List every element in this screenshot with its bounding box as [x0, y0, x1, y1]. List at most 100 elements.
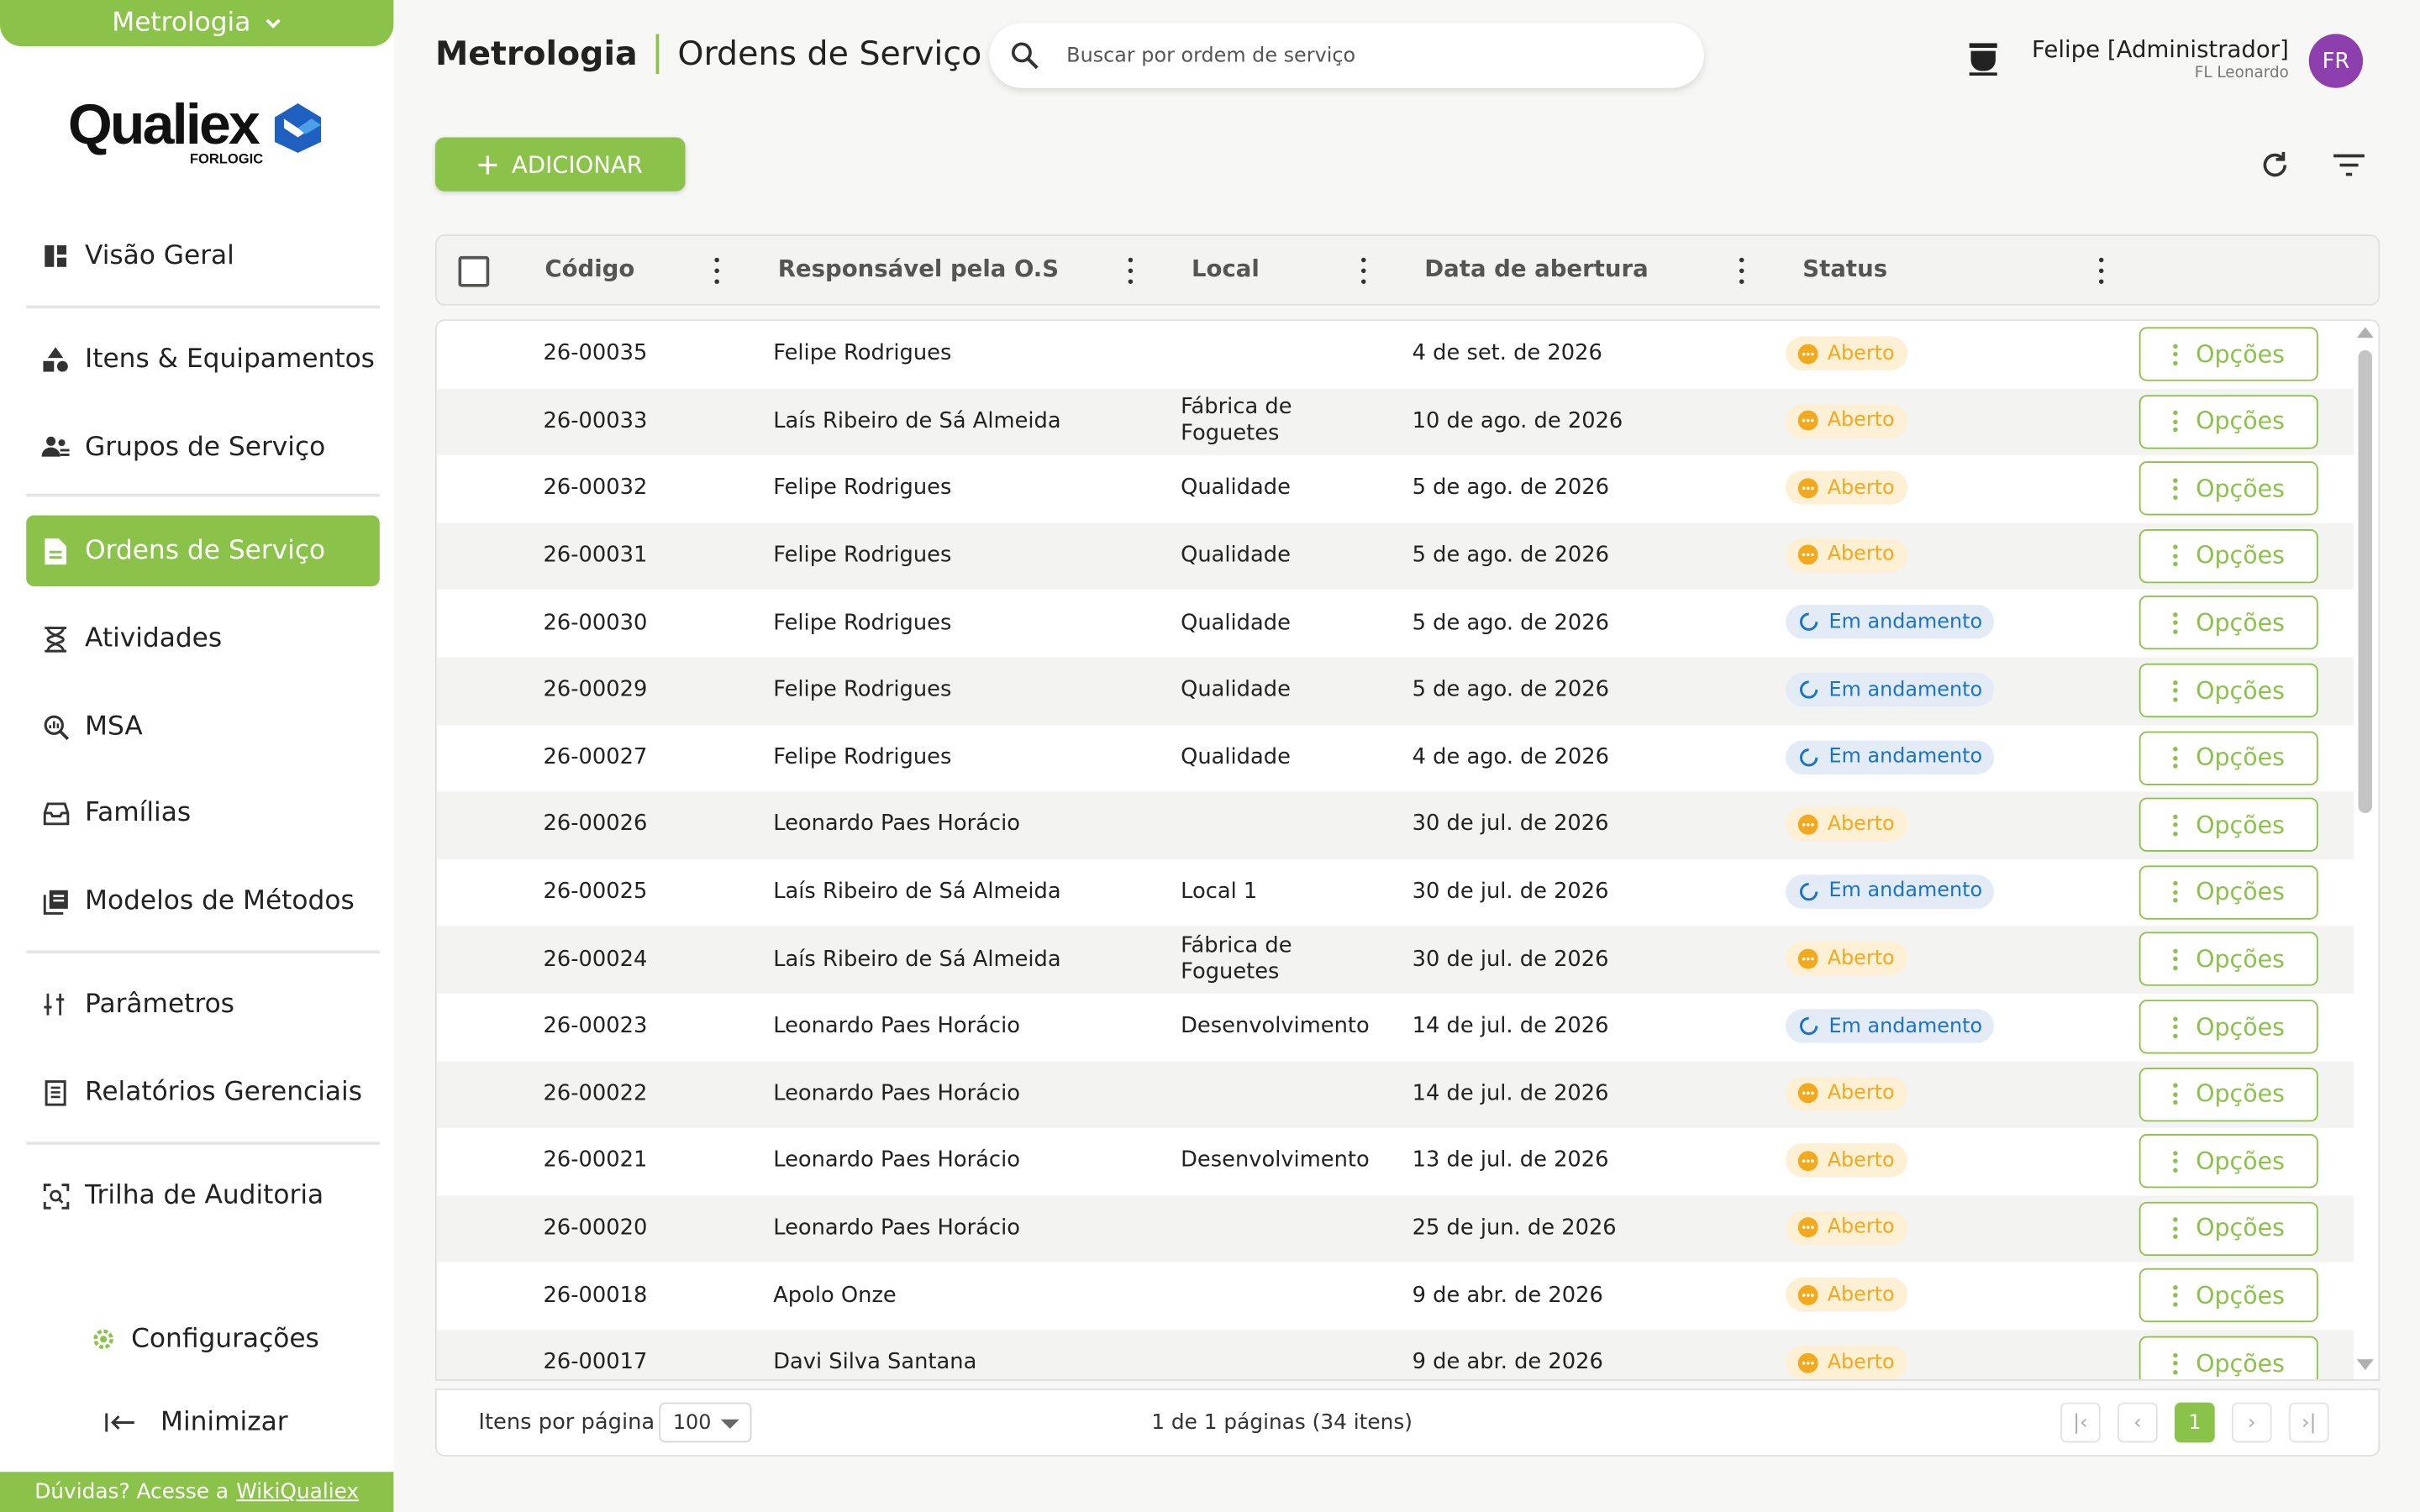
table-row[interactable]: 26-00030 Felipe Rodrigues Qualidade 5 de ag…: [437, 590, 2354, 657]
select-all-checkbox[interactable]: [458, 255, 490, 287]
pending-icon: [1797, 1150, 1818, 1171]
cell-responsible: Felipe Rodrigues: [773, 610, 952, 636]
options-label: Opções: [2196, 811, 2285, 839]
cell-code: 26-00027: [543, 744, 648, 770]
cell-responsible: Felipe Rodrigues: [773, 543, 952, 569]
options-button[interactable]: Opções: [2139, 865, 2318, 920]
logo-word: Qualiex: [67, 92, 260, 156]
status-label: Em andamento: [1828, 611, 1983, 634]
sidebar-item-visao-geral[interactable]: Visão Geral: [26, 221, 380, 291]
table-row[interactable]: 26-00029 Felipe Rodrigues Qualidade 5 de ag…: [436, 657, 2354, 725]
column-menu-icon[interactable]: [2097, 257, 2103, 284]
sidebar-item-modelos-de-metodos[interactable]: Modelos de Métodos: [26, 865, 380, 936]
avatar[interactable]: FR: [2308, 34, 2364, 88]
column-menu-icon[interactable]: [1127, 257, 1133, 284]
options-button[interactable]: Opções: [2139, 1134, 2318, 1189]
user-name[interactable]: Felipe [Administrador]: [1960, 35, 2289, 63]
nav-divider: [26, 1142, 380, 1145]
add-button[interactable]: ADICIONAR: [434, 137, 686, 192]
more-vertical-icon: [2172, 814, 2178, 836]
cell-code: 26-00035: [543, 341, 648, 366]
settings-link[interactable]: Configurações: [90, 1324, 319, 1355]
sidebar-item-familias[interactable]: Famílias: [26, 778, 380, 848]
scrollbar[interactable]: [2352, 319, 2378, 1381]
options-button[interactable]: Opções: [2139, 663, 2318, 718]
minimize-button[interactable]: Minimizar: [105, 1407, 288, 1438]
status-label: Aberto: [1827, 947, 1895, 971]
sidebar-item-parametros[interactable]: Parâmetros: [26, 969, 380, 1039]
options-button[interactable]: Opções: [2139, 1201, 2318, 1256]
add-button-label: ADICIONAR: [512, 150, 643, 179]
cell-location: Qualidade: [1181, 677, 1291, 703]
table-row[interactable]: 26-00035 Felipe Rodrigues 4 de set. de 202…: [437, 321, 2354, 388]
options-button[interactable]: Opções: [2139, 1000, 2318, 1054]
sidebar-item-ordens-de-servico[interactable]: Ordens de Serviço: [26, 515, 380, 586]
sidebar-item-relatorios-gerenciais[interactable]: Relatórios Gerenciais: [26, 1057, 380, 1127]
table-row[interactable]: 26-00032 Felipe Rodrigues Qualidade 5 de ag…: [437, 455, 2354, 522]
table-row[interactable]: 26-00026 Leonardo Paes Horácio 30 de jul. …: [436, 791, 2354, 859]
scroll-up-icon[interactable]: [2356, 326, 2374, 339]
sidebar-item-atividades[interactable]: Atividades: [26, 603, 380, 674]
refresh-icon[interactable]: [2258, 148, 2291, 181]
cell-opened-date: 9 de abr. de 2026: [1412, 1350, 1603, 1376]
help-banner: Dúvidas? Acesse a WikiQualiex: [0, 1472, 394, 1512]
options-button[interactable]: Opções: [2139, 394, 2318, 449]
column-header-responsible[interactable]: Responsável pela O.S: [778, 255, 1059, 282]
chevron-down-icon: [266, 18, 281, 28]
cell-opened-date: 14 de jul. de 2026: [1412, 1081, 1609, 1106]
wiki-link[interactable]: WikiQualiex: [236, 1479, 359, 1504]
column-menu-icon[interactable]: [713, 257, 719, 284]
options-label: Opções: [2196, 1215, 2285, 1243]
module-selector[interactable]: Metrologia: [0, 0, 394, 47]
options-button[interactable]: Opções: [2139, 730, 2318, 785]
items-per-page-select[interactable]: 100: [659, 1402, 752, 1443]
table-row[interactable]: 26-00024 Laís Ribeiro de Sá Almeida Fábric…: [436, 926, 2354, 994]
table-row[interactable]: 26-00017 Davi Silva Santana 9 de abr. de 2…: [436, 1330, 2354, 1380]
column-header-location[interactable]: Local: [1192, 255, 1260, 282]
search-icon: [1011, 42, 1039, 70]
status-badge: Em andamento: [1786, 672, 1995, 707]
first-page-button[interactable]: |‹: [2060, 1402, 2101, 1443]
cell-location: [1181, 321, 1381, 388]
prev-page-button[interactable]: ‹: [2118, 1402, 2158, 1443]
table-row[interactable]: 26-00031 Felipe Rodrigues Qualidade 5 de ag…: [436, 522, 2354, 591]
options-button[interactable]: Opções: [2139, 528, 2318, 583]
items-per-page-label: Itens por página: [478, 1410, 655, 1436]
table-row[interactable]: 26-00033 Laís Ribeiro de Sá Almeida Fábric…: [436, 388, 2354, 456]
options-button[interactable]: Opções: [2139, 932, 2318, 987]
options-button[interactable]: Opções: [2139, 1268, 2318, 1323]
options-button[interactable]: Opções: [2139, 596, 2318, 650]
options-button[interactable]: Opções: [2139, 1336, 2318, 1380]
options-button[interactable]: Opções: [2139, 461, 2318, 516]
sidebar-item-trilha-de-auditoria[interactable]: Trilha de Auditoria: [26, 1160, 380, 1231]
filter-icon[interactable]: [2332, 148, 2365, 181]
options-button[interactable]: Opções: [2139, 797, 2318, 853]
column-menu-icon[interactable]: [1360, 257, 1365, 284]
sidebar-item-itens-equipamentos[interactable]: Itens & Equipamentos: [26, 324, 380, 395]
table-row[interactable]: 26-00022 Leonardo Paes Horácio 14 de jul. …: [436, 1060, 2354, 1128]
column-header-code[interactable]: Código: [544, 255, 634, 282]
column-header-opened[interactable]: Data de abertura: [1424, 255, 1648, 282]
table-row[interactable]: 26-00025 Laís Ribeiro de Sá Almeida Local …: [437, 859, 2354, 927]
last-page-button[interactable]: ›|: [2288, 1402, 2329, 1443]
group-icon: [40, 432, 71, 463]
options-button[interactable]: Opções: [2139, 327, 2318, 381]
scroll-down-icon[interactable]: [2356, 1359, 2374, 1372]
current-page-button[interactable]: 1: [2174, 1402, 2215, 1443]
sidebar-item-msa[interactable]: MSA: [26, 691, 380, 762]
more-vertical-icon: [2172, 544, 2178, 567]
cell-responsible: Davi Silva Santana: [773, 1350, 977, 1376]
column-menu-icon[interactable]: [1738, 257, 1744, 284]
scrollbar-thumb[interactable]: [2358, 349, 2373, 813]
table-row[interactable]: 26-00018 Apolo Onze 9 de abr. de 2026 Abert…: [437, 1263, 2354, 1330]
table-row[interactable]: 26-00021 Leonardo Paes Horácio Desenvolvim…: [437, 1128, 2354, 1195]
search-input[interactable]: [1066, 44, 1654, 67]
table-row[interactable]: 26-00027 Felipe Rodrigues Qualidade 4 de ag…: [437, 725, 2354, 792]
options-label: Opções: [2196, 475, 2285, 503]
table-row[interactable]: 26-00023 Leonardo Paes Horácio Desenvolvim…: [437, 994, 2354, 1061]
options-button[interactable]: Opções: [2139, 1067, 2318, 1121]
column-header-status[interactable]: Status: [1802, 255, 1887, 282]
next-page-button[interactable]: ›: [2231, 1402, 2272, 1443]
sidebar-item-grupos-de-servico[interactable]: Grupos de Serviço: [26, 412, 380, 482]
table-row[interactable]: 26-00020 Leonardo Paes Horácio 25 de jun. …: [436, 1195, 2354, 1263]
